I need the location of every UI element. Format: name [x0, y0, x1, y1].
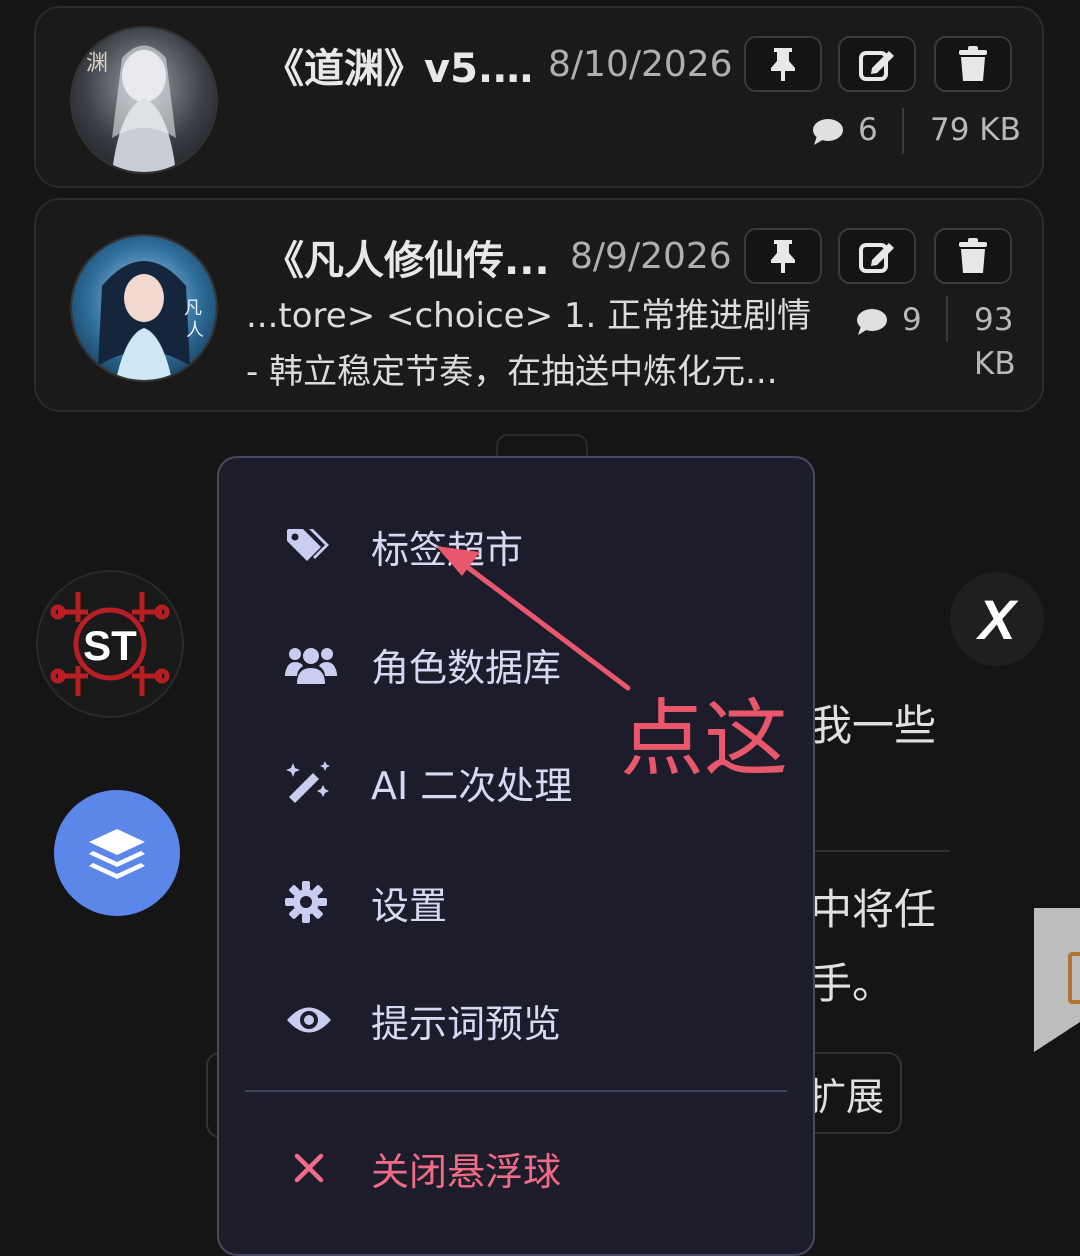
chat-date: 8/9/2026 [570, 236, 732, 277]
gear-icon [285, 878, 341, 926]
svg-text:人: 人 [186, 320, 204, 341]
chat-card[interactable]: 凡 人 《凡人修仙传... 8/9/2026 ...tore> <choice>… [34, 198, 1044, 412]
edit-button[interactable] [838, 36, 916, 92]
magic-wand-icon [285, 758, 341, 806]
edit-icon [859, 243, 894, 273]
x-logo-text: X [978, 587, 1016, 651]
chat-date: 8/10/2026 [548, 44, 733, 85]
pin-icon [771, 48, 795, 81]
extend-button-label: 扩展 [807, 1074, 884, 1119]
x-logo-button[interactable]: X [950, 572, 1044, 666]
chat-excerpt-line: ...tore> <choice> 1. 正常推进剧情 [246, 296, 812, 336]
layers-icon [89, 829, 145, 879]
message-count: 9 [902, 302, 922, 338]
delete-button[interactable] [934, 228, 1012, 284]
delete-button[interactable] [934, 36, 1012, 92]
edit-icon [859, 51, 894, 81]
menu-item-tag-market[interactable]: 标签超市 [285, 516, 523, 576]
menu-item-label: 关闭悬浮球 [371, 1149, 562, 1194]
menu-item-label: 提示词预览 [371, 1001, 562, 1046]
file-size: 79 KB [930, 112, 1021, 148]
pin-button[interactable] [744, 36, 822, 92]
menu-item-label: 角色数据库 [371, 645, 562, 690]
users-icon [285, 640, 341, 688]
chat-title[interactable]: 《凡人修仙传... [264, 228, 554, 286]
close-icon [285, 1144, 341, 1192]
side-drawer-tab[interactable] [1034, 908, 1080, 1052]
menu-item-close-floating-ball[interactable]: 关闭悬浮球 [285, 1138, 561, 1198]
trash-icon [959, 46, 987, 81]
svg-text:渊: 渊 [86, 51, 108, 76]
drawer-tab-icon [1068, 952, 1080, 1004]
chat-card[interactable]: 渊 《道渊》v5.... 8/10/2026 6 79 KB [34, 6, 1044, 188]
portrait-image: 渊 [72, 28, 216, 172]
floating-ball-menu: 标签超市 角色数据库 AI 二次处理 设置 提示词预览 关闭悬浮球 [217, 456, 815, 1256]
message-count-icon [813, 119, 843, 145]
message-count: 6 [858, 112, 878, 148]
menu-item-label: 设置 [371, 883, 448, 928]
meta-divider [902, 108, 904, 154]
file-size-unit: KB [974, 346, 1016, 382]
menu-item-label: 标签超市 [371, 527, 524, 572]
message-count-icon [857, 309, 887, 335]
tags-icon [285, 522, 341, 570]
chat-title[interactable]: 《道渊》v5.... [264, 36, 534, 94]
menu-item-character-db[interactable]: 角色数据库 [285, 634, 561, 694]
trash-icon [959, 238, 987, 273]
svg-text:凡: 凡 [184, 298, 202, 319]
file-size: 93 [974, 302, 1014, 338]
drawer-tab-shadow [1034, 1022, 1080, 1052]
meta-divider [946, 296, 948, 342]
st-logo-text: ST [83, 622, 137, 669]
portrait-image: 凡 人 [72, 236, 216, 380]
background-text: 中将任 [810, 885, 937, 934]
menu-item-label: AI 二次处理 [371, 763, 573, 808]
menu-item-ai-reprocess[interactable]: AI 二次处理 [285, 752, 572, 812]
character-avatar[interactable]: 渊 [70, 26, 218, 174]
fab-layers-button[interactable] [54, 790, 180, 916]
background-divider [815, 850, 950, 852]
edit-button[interactable] [838, 228, 916, 284]
background-text: 手。 [810, 959, 895, 1008]
chat-excerpt-line: - 韩立稳定节奏，在抽送中炼化元... [246, 352, 778, 392]
eye-icon [285, 996, 341, 1044]
background-text: 我一些 [810, 701, 937, 750]
st-logo-avatar[interactable]: ST [36, 570, 184, 718]
menu-divider [245, 1090, 787, 1092]
pin-button[interactable] [744, 228, 822, 284]
character-avatar[interactable]: 凡 人 [70, 234, 218, 382]
pin-icon [771, 240, 795, 273]
annotation-text: 点这 [620, 690, 789, 788]
menu-item-settings[interactable]: 设置 [285, 872, 447, 932]
menu-item-prompt-preview[interactable]: 提示词预览 [285, 990, 561, 1050]
